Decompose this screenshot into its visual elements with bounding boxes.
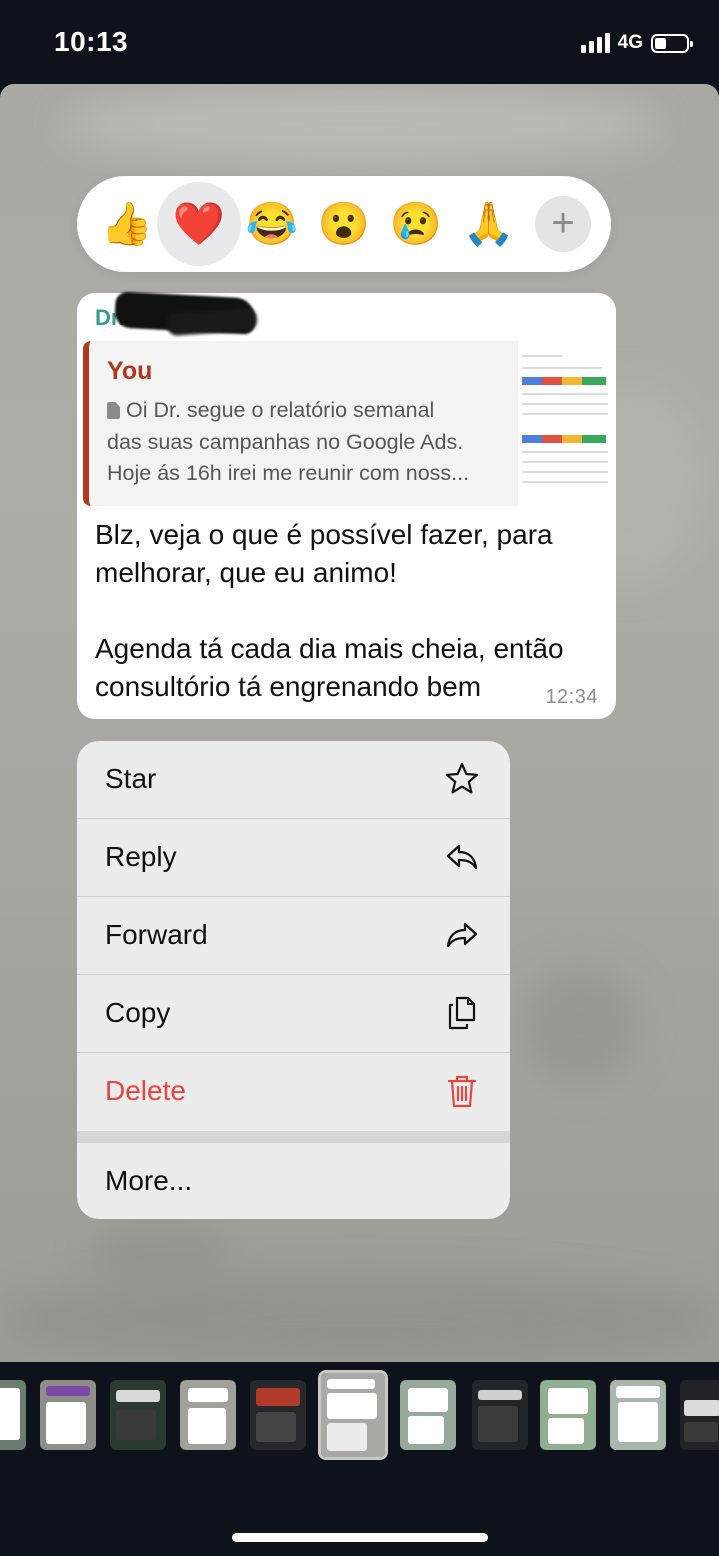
thumbnail[interactable] (110, 1380, 166, 1450)
menu-item-more[interactable]: More... (77, 1143, 510, 1219)
status-bar: 10:13 4G (0, 0, 719, 84)
reply-icon (446, 844, 478, 870)
message-timestamp: 12:34 (545, 686, 598, 708)
status-time: 10:13 (54, 26, 129, 57)
copy-icon (448, 996, 476, 1030)
menu-item-label: Forward (105, 919, 208, 950)
quoted-line: das suas campanhas no Google Ads. (107, 429, 464, 454)
message-bubble[interactable]: Dr. You Oi Dr. segue o relatório semanal… (77, 291, 616, 719)
forward-icon (446, 922, 478, 948)
message-context-overlay: 👍 ❤️ 😂 😮 😢 🙏 + Dr. You Oi Dr. segue o re… (0, 84, 719, 1362)
thumbnail[interactable] (400, 1380, 456, 1450)
reaction-heart[interactable]: ❤️ (157, 182, 241, 266)
menu-item-reply[interactable]: Reply (77, 819, 510, 897)
thumbnail[interactable] (40, 1380, 96, 1450)
menu-item-label: Delete (105, 1075, 186, 1106)
trash-icon (447, 1075, 477, 1108)
context-menu: Star Reply Forward Copy Delete More... (77, 741, 510, 1219)
battery-icon (651, 33, 693, 53)
more-reactions-button[interactable]: + (535, 196, 591, 252)
reaction-bar: 👍 ❤️ 😂 😮 😢 🙏 + (77, 176, 611, 272)
status-indicators: 4G (580, 31, 693, 55)
star-icon (445, 762, 479, 794)
menu-item-label: Star (105, 763, 157, 794)
screenshot-thumbnail-strip (0, 1362, 719, 1492)
quoted-line: Oi Dr. segue o relatório semanal (126, 398, 435, 422)
menu-item-label: Copy (105, 997, 171, 1028)
network-type: 4G (617, 32, 643, 53)
thumbnail[interactable] (0, 1380, 26, 1450)
menu-item-forward[interactable]: Forward (77, 897, 510, 975)
thumbnail[interactable] (610, 1380, 666, 1450)
menu-item-delete[interactable]: Delete (77, 1053, 510, 1130)
quoted-document-thumbnail (518, 341, 614, 506)
reaction-crying[interactable]: 😢 (374, 182, 458, 266)
thumbnail[interactable] (472, 1380, 528, 1450)
document-icon (107, 402, 120, 419)
thumbnail[interactable] (180, 1380, 236, 1450)
message-text: Blz, veja o que é possível fazer, para m… (95, 519, 564, 702)
quoted-text: Oi Dr. segue o relatório semanal das sua… (107, 395, 517, 490)
menu-item-copy[interactable]: Copy (77, 975, 510, 1053)
reaction-praying-hands[interactable]: 🙏 (447, 182, 531, 266)
home-indicator[interactable] (232, 1533, 488, 1542)
quoted-line: Hoje ás 16h irei me reunir com noss... (107, 461, 470, 485)
thumbnail[interactable] (540, 1380, 596, 1450)
thumbnail-selected[interactable] (318, 1370, 388, 1460)
thumbnail[interactable] (250, 1380, 306, 1450)
quoted-author: You (107, 357, 153, 385)
quoted-message[interactable]: You Oi Dr. segue o relatório semanal das… (83, 341, 524, 506)
menu-separator (77, 1131, 510, 1143)
menu-item-star[interactable]: Star (77, 741, 510, 819)
menu-item-label: More... (105, 1165, 193, 1196)
thumbnail[interactable] (680, 1380, 719, 1450)
cellular-signal-icon (580, 33, 610, 53)
menu-item-label: Reply (105, 841, 177, 872)
